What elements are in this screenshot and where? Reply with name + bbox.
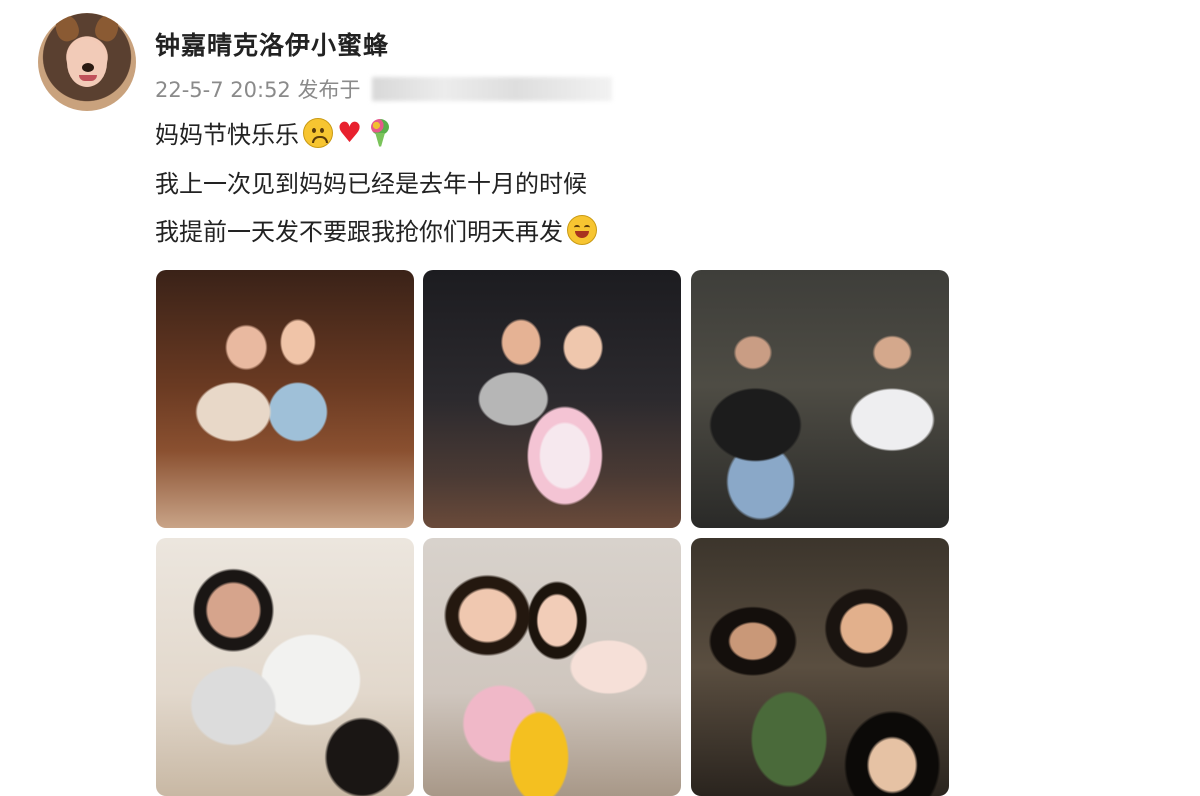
avatar-ear: [92, 13, 122, 44]
post-text-line-2: 我上一次见到妈妈已经是去年十月的时候: [155, 164, 587, 199]
avatar-ear: [52, 13, 82, 44]
post-text-line-1: 妈妈节快乐乐 ♥: [155, 115, 394, 150]
avatar-nose: [82, 63, 94, 72]
post-photo-1[interactable]: [156, 270, 414, 528]
smiling-face-emoji-icon: [567, 214, 597, 245]
post-text-line-3: 我提前一天发不要跟我抢你们明天再发: [155, 212, 597, 247]
blurred-location: [372, 77, 613, 101]
post-photo-6[interactable]: [691, 538, 949, 796]
post-photo-5[interactable]: [423, 538, 681, 796]
post-time-and-location: 22-5-7 20:52 发布于: [155, 78, 361, 102]
post-text: 我提前一天发不要跟我抢你们明天再发: [155, 218, 563, 246]
post-photo-3[interactable]: [691, 270, 949, 528]
post-photo-4[interactable]: [156, 538, 414, 796]
post-avatar[interactable]: [38, 13, 136, 111]
post-text: 妈妈节快乐乐: [155, 121, 299, 149]
post-meta: 22-5-7 20:52 发布于: [155, 74, 613, 104]
post-photo-2[interactable]: [423, 270, 681, 528]
post-text: 我上一次见到妈妈已经是去年十月的时候: [155, 170, 587, 198]
bouquet-emoji-icon: [366, 118, 394, 147]
username[interactable]: 钟嘉晴克洛伊小蜜蜂: [155, 26, 389, 62]
sad-face-emoji-icon: [303, 117, 333, 148]
heart-emoji-icon: ♥: [337, 115, 363, 149]
